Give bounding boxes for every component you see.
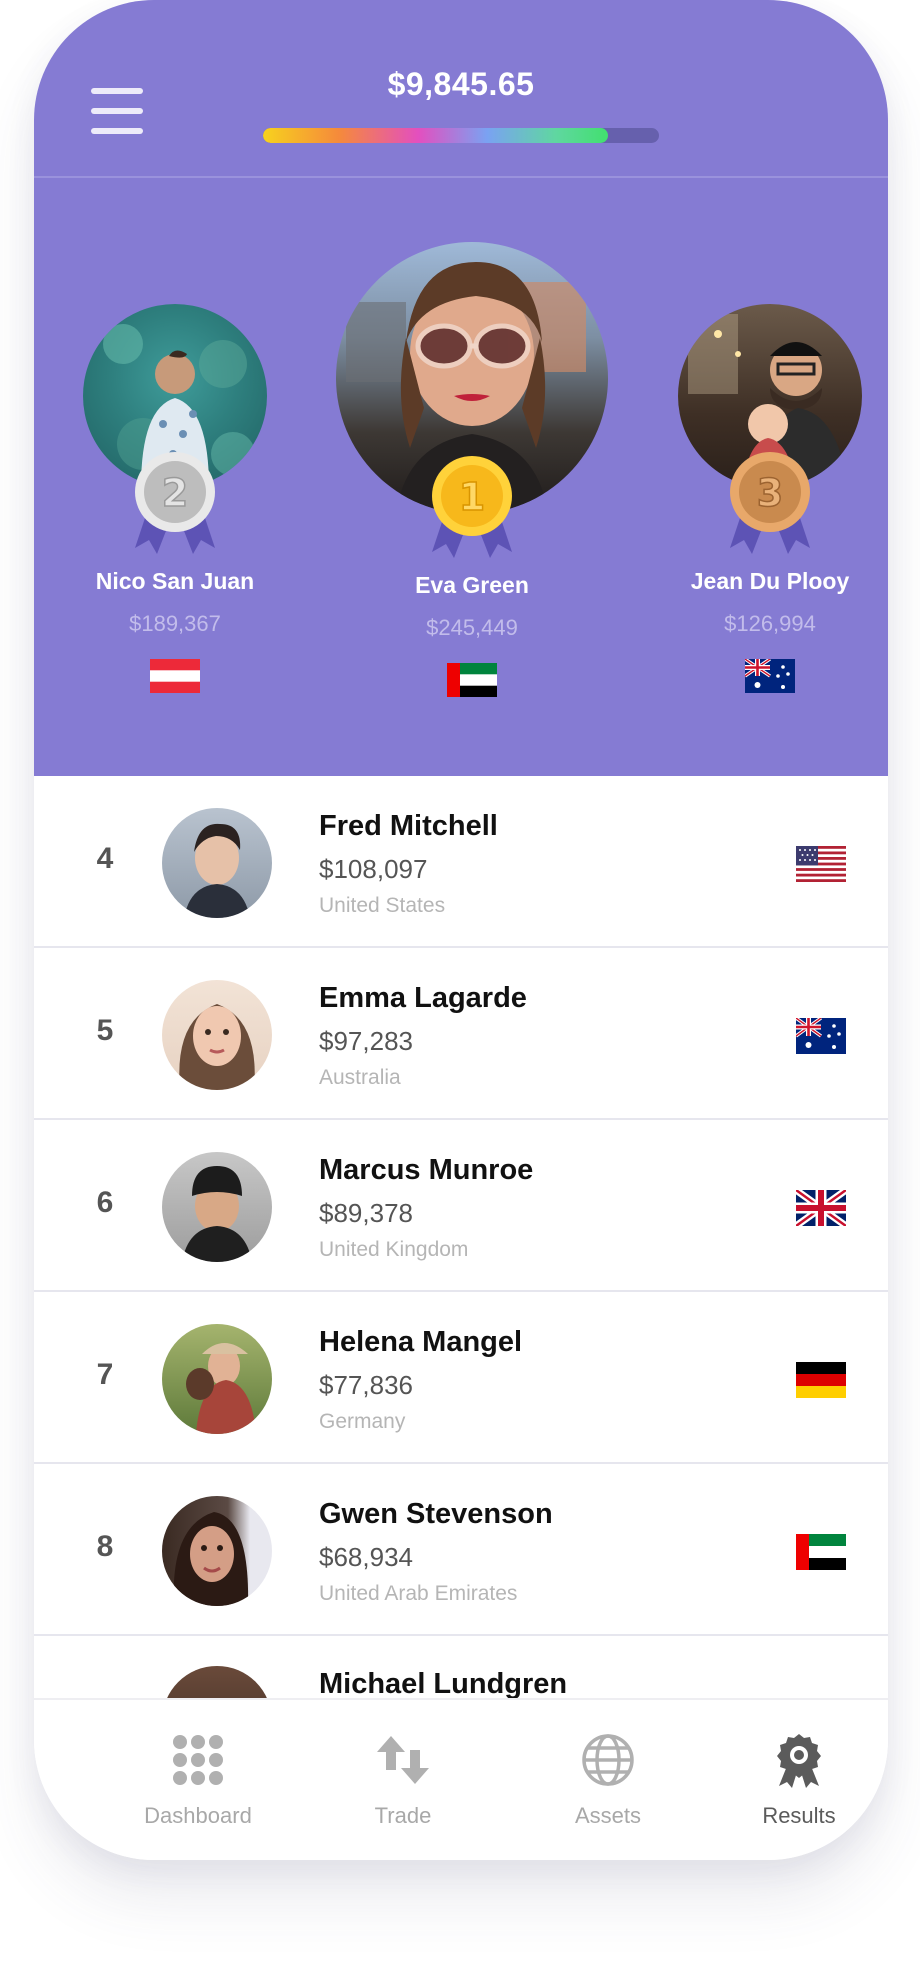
trader-amount: $97,283: [319, 1026, 413, 1056]
tab-assets[interactable]: Assets: [523, 1732, 693, 1829]
uk-flag-icon: [796, 1190, 846, 1226]
person-photo-icon: [182, 1166, 252, 1262]
leaderboard-list: 4 Fred Mitchell $108,097 United States 5…: [34, 776, 888, 1636]
grid-dots-icon: [173, 1735, 223, 1785]
medal-rank: 2: [162, 471, 188, 515]
person-photo-icon: [173, 1512, 249, 1606]
tab-label: Assets: [574, 1803, 642, 1828]
top-bar: $9,845.65: [34, 0, 888, 178]
avatar: [162, 1496, 272, 1606]
tab-results[interactable]: Results: [714, 1732, 884, 1829]
rank-number: 6: [96, 1186, 114, 1219]
swap-arrows-icon: [377, 1736, 429, 1784]
trader-name: Michael Lundgren: [319, 1668, 568, 1700]
balance-progress-bar: [263, 128, 659, 143]
silver-medal-icon: 2: [135, 452, 215, 554]
tab-label: Results: [762, 1803, 836, 1828]
list-item[interactable]: 7 Helena Mangel $77,836 Germany: [34, 1292, 888, 1464]
person-photo-icon: [184, 823, 250, 918]
tab-dashboard[interactable]: Dashboard: [113, 1732, 283, 1829]
rank-number: 8: [96, 1530, 114, 1563]
avatar: [162, 980, 272, 1090]
person-photo-icon: [186, 1343, 256, 1434]
rank-number: 7: [96, 1358, 114, 1391]
trader-country: United Kingdom: [319, 1238, 469, 1261]
austria-flag-icon: [150, 659, 200, 693]
trader-country: United States: [319, 894, 446, 917]
trader-name: Emma Lagarde: [319, 982, 527, 1014]
avatar: [162, 1666, 272, 1700]
podium-second-place[interactable]: 2 Nico San Juan $189,367: [59, 304, 291, 698]
avatar: [162, 1152, 272, 1262]
progress-fill: [263, 128, 608, 143]
trader-country: United Arab Emirates: [319, 1582, 518, 1605]
trader-amount: $77,836: [319, 1370, 413, 1400]
bottom-tab-bar: Dashboard Trade Assets Results: [34, 1698, 888, 1860]
australia-flag-icon: [796, 1018, 846, 1054]
uae-flag-icon: [447, 663, 497, 697]
germany-flag-icon: [796, 1362, 846, 1398]
podium-name: Jean Du Plooy: [690, 568, 850, 594]
list-item[interactable]: 8 Gwen Stevenson $68,934 United Arab Emi…: [34, 1464, 888, 1636]
trader-country: Germany: [319, 1410, 406, 1433]
rank-number: 5: [96, 1014, 114, 1047]
list-item-partial[interactable]: Michael Lundgren: [34, 1650, 888, 1700]
gold-medal-icon: 1: [432, 456, 512, 558]
podium-first-place[interactable]: 1 Eva Green $245,449: [334, 242, 610, 702]
trader-name: Marcus Munroe: [319, 1154, 534, 1186]
medal-rank: 3: [757, 471, 783, 515]
trader-amount: $89,378: [319, 1198, 413, 1228]
person-photo-icon: [179, 1004, 255, 1090]
uae-flag-icon: [796, 1534, 846, 1570]
usa-flag-icon: [796, 846, 846, 882]
list-item[interactable]: 5 Emma Lagarde $97,283 Australia: [34, 948, 888, 1120]
avatar: [162, 1324, 272, 1434]
podium-name: Eva Green: [415, 572, 529, 598]
phone-frame: $9,845.65 2 Nico San Juan $189,367 1 Eva…: [34, 0, 888, 1860]
tab-trade[interactable]: Trade: [318, 1732, 488, 1829]
trader-name: Gwen Stevenson: [319, 1498, 553, 1530]
account-balance: $9,845.65: [387, 66, 535, 102]
tab-label: Dashboard: [144, 1803, 252, 1828]
list-item[interactable]: 4 Fred Mitchell $108,097 United States: [34, 776, 888, 948]
podium-amount: $189,367: [129, 611, 221, 636]
avatar: [162, 808, 272, 918]
bronze-medal-icon: 3: [730, 452, 810, 554]
trader-amount: $108,097: [319, 854, 428, 884]
australia-flag-icon: [744, 657, 795, 693]
podium-amount: $126,994: [724, 611, 816, 636]
top-three-podium: 2 Nico San Juan $189,367 1 Eva Green $24…: [34, 178, 888, 776]
trader-name: Helena Mangel: [319, 1326, 523, 1358]
trader-amount: $68,934: [319, 1542, 413, 1572]
award-badge-icon: [777, 1734, 821, 1788]
trader-name: Fred Mitchell: [319, 810, 498, 842]
medal-rank: 1: [459, 475, 485, 519]
globe-icon: [582, 1734, 634, 1786]
rank-number: 4: [96, 842, 114, 875]
trader-country: Australia: [319, 1066, 401, 1089]
podium-third-place[interactable]: 3 Jean Du Plooy $126,994: [654, 304, 886, 698]
podium-amount: $245,449: [426, 615, 518, 640]
podium-name: Nico San Juan: [95, 568, 255, 594]
list-item[interactable]: 6 Marcus Munroe $89,378 United Kingdom: [34, 1120, 888, 1292]
tab-label: Trade: [374, 1803, 432, 1828]
